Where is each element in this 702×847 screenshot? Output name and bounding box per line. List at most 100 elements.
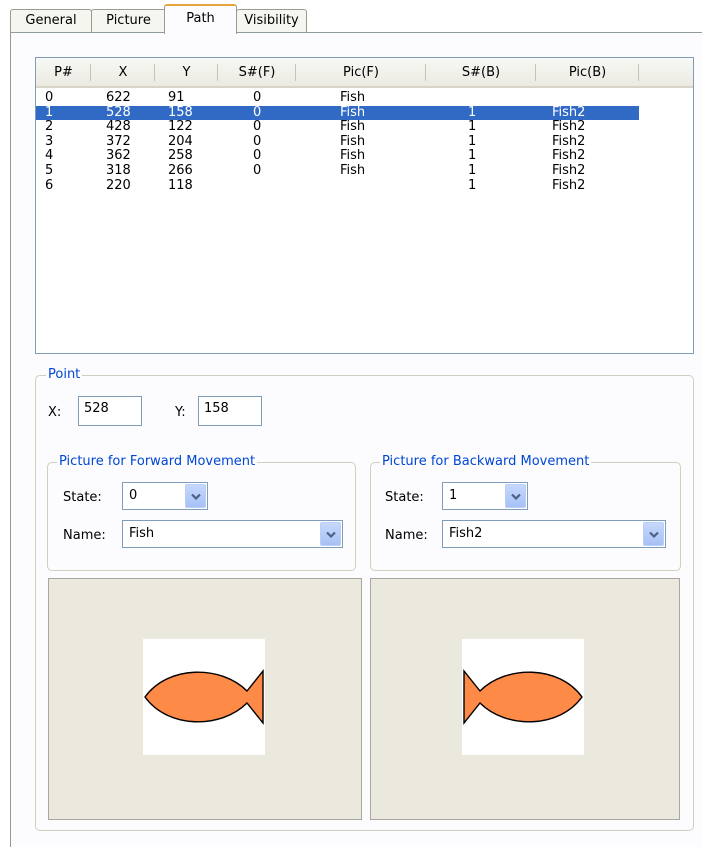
backward-state-select[interactable]: 1	[442, 482, 528, 510]
cell-y: 266	[168, 163, 193, 178]
cell-point-number: 6	[45, 177, 54, 193]
cell-point-number: 1	[45, 104, 54, 120]
column-header-x[interactable]: X	[91, 58, 155, 86]
table-row[interactable]: 3 372 204 0 Fish 1 Fish2	[36, 133, 639, 150]
y-input[interactable]: 158	[198, 396, 262, 426]
table-row[interactable]: 5 318 266 0 Fish 1 Fish2	[36, 164, 639, 179]
table-row[interactable]: 2 428 122 0 Fish 1 Fish2	[36, 120, 639, 135]
forward-fish-image	[143, 639, 265, 755]
list-header: P# X Y S#(F) Pic(F) S#(B) Pic(B)	[36, 58, 693, 88]
tab-picture[interactable]: Picture	[91, 9, 166, 32]
chevron-down-icon	[191, 493, 201, 501]
forward-movement-group	[47, 462, 356, 571]
column-header-state-backward[interactable]: S#(B)	[426, 58, 536, 86]
cell-state-backward: 1	[468, 163, 477, 178]
path-points-list[interactable]: P# X Y S#(F) Pic(F) S#(B) Pic(B) 0 622 9…	[35, 57, 694, 354]
chevron-down-icon	[649, 531, 659, 539]
cell-picture-backward: Fish2	[552, 177, 586, 193]
backward-state-value: 1	[449, 488, 458, 503]
cell-state-forward: 0	[253, 133, 262, 149]
forward-name-value: Fish	[129, 526, 155, 541]
column-header-picture-forward[interactable]: Pic(F)	[296, 58, 426, 86]
cell-picture-forward: Fish	[340, 90, 366, 105]
backward-name-select[interactable]: Fish2	[442, 520, 666, 548]
backward-name-label: Name:	[385, 528, 428, 543]
fish-facing-right-icon	[463, 669, 583, 725]
y-label: Y:	[175, 405, 186, 420]
cell-x: 622	[106, 90, 131, 105]
forward-state-value: 0	[129, 488, 138, 503]
chevron-down-icon	[511, 493, 521, 501]
backward-name-value: Fish2	[449, 526, 483, 541]
forward-state-label: State:	[63, 490, 102, 505]
cell-y: 118	[168, 177, 193, 193]
cell-picture-forward: Fish	[340, 148, 366, 164]
cell-x: 318	[106, 163, 131, 178]
table-row-selected[interactable]: 1 528 158 0 Fish 1 Fish2	[36, 104, 639, 121]
tab-visibility[interactable]: Visibility	[236, 9, 307, 32]
cell-state-forward: 0	[253, 148, 262, 164]
cell-point-number: 0	[45, 90, 54, 105]
tab-path[interactable]: Path	[164, 4, 237, 34]
chevron-down-icon	[326, 531, 336, 539]
cell-picture-forward: Fish	[340, 104, 366, 120]
cell-state-backward: 1	[468, 104, 477, 120]
cell-picture-backward: Fish2	[552, 148, 586, 164]
table-row[interactable]: 0 622 91 0 Fish	[36, 91, 639, 106]
cell-point-number: 4	[45, 148, 54, 164]
cell-y: 91	[168, 90, 185, 105]
cell-state-backward: 1	[468, 133, 477, 149]
backward-picture-preview	[370, 578, 680, 820]
cell-x: 362	[106, 148, 131, 164]
cell-x: 428	[106, 119, 131, 135]
column-header-y[interactable]: Y	[155, 58, 218, 86]
backward-movement-title: Picture for Backward Movement	[380, 454, 592, 470]
cell-picture-backward: Fish2	[552, 133, 586, 149]
cell-picture-forward: Fish	[340, 133, 366, 149]
backward-movement-group	[370, 462, 681, 571]
cell-picture-backward: Fish2	[552, 104, 586, 120]
cell-state-forward: 0	[253, 119, 262, 135]
forward-state-select[interactable]: 0	[122, 482, 208, 510]
cell-y: 122	[168, 119, 193, 135]
x-input[interactable]: 528	[78, 396, 142, 426]
cell-state-forward: 0	[253, 90, 262, 105]
forward-name-label: Name:	[63, 528, 106, 543]
cell-y: 258	[168, 148, 193, 164]
cell-state-forward: 0	[253, 163, 262, 178]
table-row[interactable]: 6 220 118 1 Fish2	[36, 177, 639, 194]
cell-point-number: 2	[45, 119, 54, 135]
backward-state-label: State:	[385, 490, 424, 505]
fish-facing-left-icon	[144, 669, 264, 725]
forward-name-dropdown-button[interactable]	[320, 522, 341, 546]
forward-movement-title: Picture for Forward Movement	[57, 454, 258, 470]
cell-state-backward: 1	[468, 177, 477, 193]
point-group-title: Point	[46, 367, 83, 383]
x-label: X:	[48, 405, 62, 420]
cell-x: 220	[106, 177, 131, 193]
cell-state-backward: 1	[468, 119, 477, 135]
forward-name-select[interactable]: Fish	[122, 520, 343, 548]
backward-fish-image	[462, 639, 584, 755]
cell-picture-backward: Fish2	[552, 163, 586, 178]
backward-state-dropdown-button[interactable]	[505, 484, 526, 508]
cell-y: 158	[168, 104, 193, 120]
forward-state-dropdown-button[interactable]	[185, 484, 206, 508]
cell-state-backward: 1	[468, 148, 477, 164]
cell-point-number: 3	[45, 133, 54, 149]
cell-x: 528	[106, 104, 131, 120]
column-header-state-forward[interactable]: S#(F)	[218, 58, 296, 86]
cell-picture-backward: Fish2	[552, 119, 586, 135]
column-header-point-number[interactable]: P#	[36, 58, 91, 86]
cell-picture-forward: Fish	[340, 163, 366, 178]
column-header-picture-backward[interactable]: Pic(B)	[536, 58, 639, 86]
cell-state-forward: 0	[253, 104, 262, 120]
forward-picture-preview	[48, 578, 362, 820]
cell-point-number: 5	[45, 163, 54, 178]
cell-y: 204	[168, 133, 193, 149]
tab-general[interactable]: General	[10, 9, 92, 32]
cell-picture-forward: Fish	[340, 119, 366, 135]
backward-name-dropdown-button[interactable]	[643, 522, 664, 546]
cell-x: 372	[106, 133, 131, 149]
table-row[interactable]: 4 362 258 0 Fish 1 Fish2	[36, 149, 639, 164]
